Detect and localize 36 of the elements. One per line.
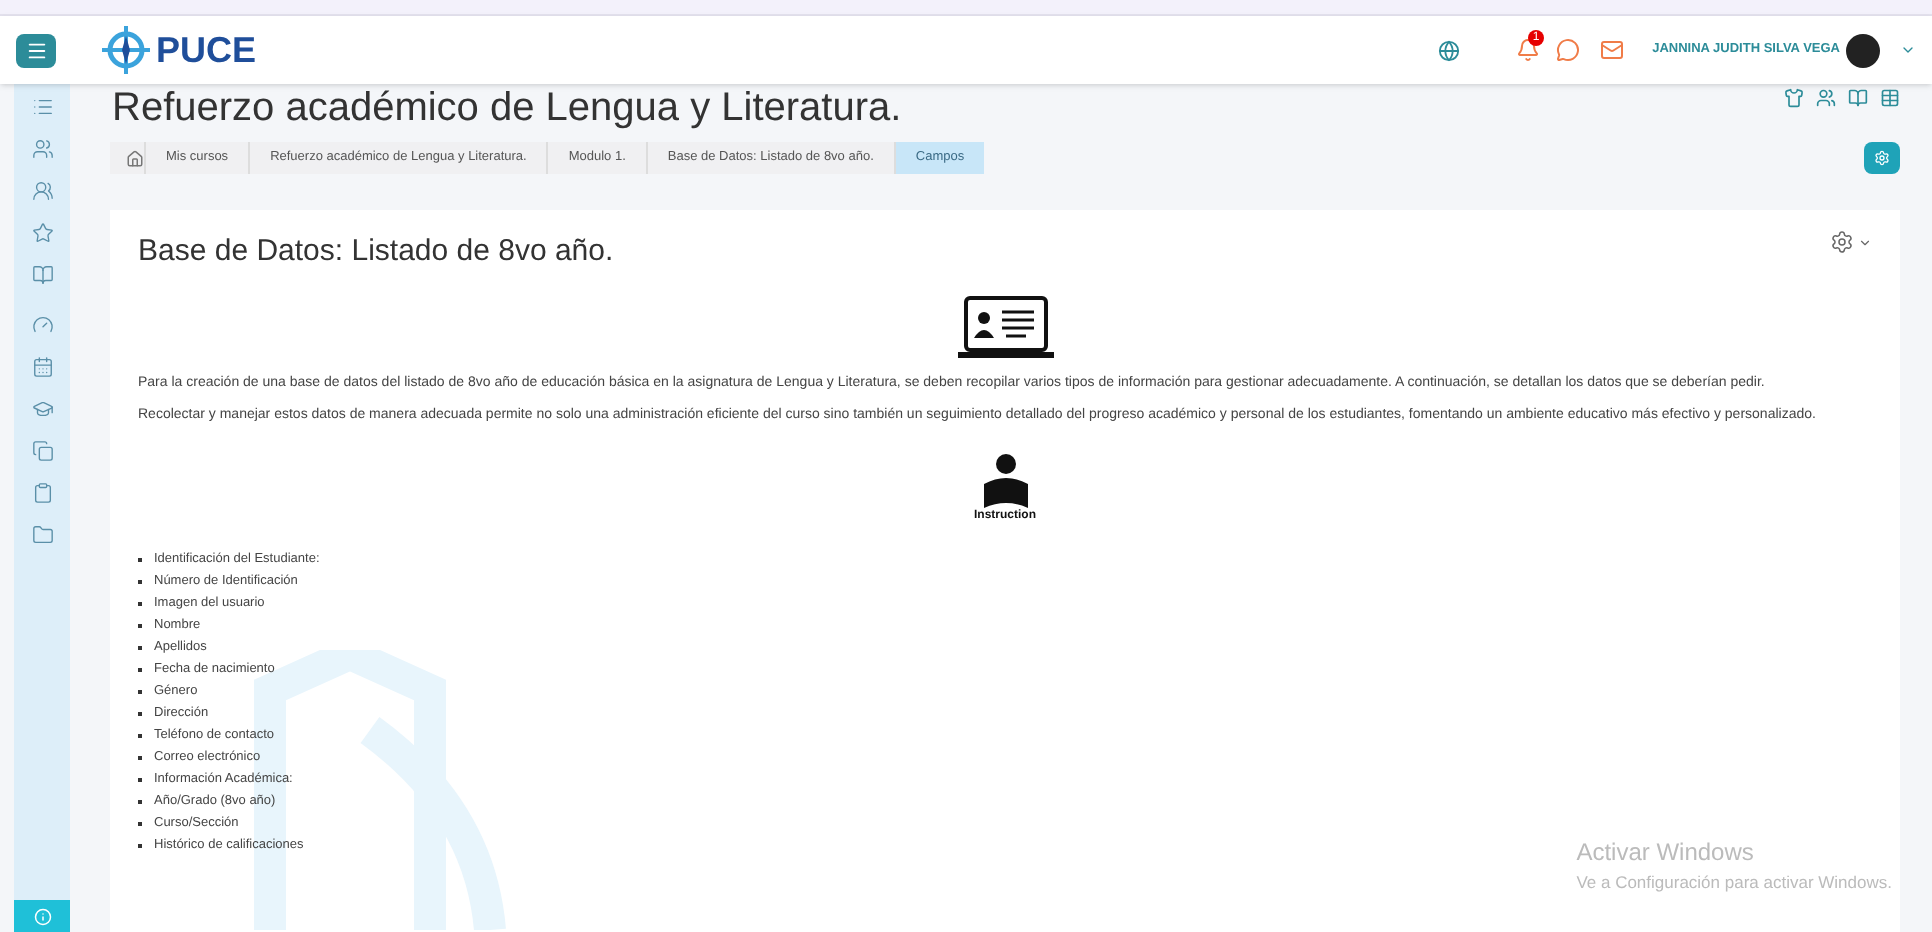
brand-name: PUCE bbox=[156, 27, 257, 73]
settings-button[interactable] bbox=[1864, 142, 1900, 174]
avatar[interactable] bbox=[1846, 33, 1880, 67]
caret-icon[interactable] bbox=[1858, 235, 1872, 249]
users-icon[interactable] bbox=[1816, 88, 1836, 108]
home-icon[interactable] bbox=[126, 149, 144, 167]
caret-icon[interactable] bbox=[1900, 42, 1916, 58]
id-card-laptop-icon bbox=[957, 295, 1053, 359]
menu-button[interactable] bbox=[16, 33, 56, 67]
language-icon[interactable] bbox=[1438, 39, 1461, 61]
copy-icon[interactable] bbox=[31, 440, 53, 462]
clipboard-icon[interactable] bbox=[31, 482, 53, 504]
compass-logo-icon bbox=[100, 24, 152, 76]
user-group-icon[interactable] bbox=[31, 180, 53, 202]
activation-title: Activar Windows bbox=[1576, 836, 1756, 871]
star-icon[interactable] bbox=[31, 222, 53, 244]
calendar-icon[interactable] bbox=[31, 356, 53, 378]
book-icon[interactable] bbox=[31, 264, 53, 286]
folder-icon[interactable] bbox=[31, 524, 53, 546]
settings-icon[interactable] bbox=[1830, 230, 1854, 254]
page-title: Refuerzo académico de Lengua y Literatura. bbox=[112, 84, 902, 132]
users-icon[interactable] bbox=[31, 138, 53, 160]
settings-icon bbox=[1874, 150, 1890, 166]
table-icon[interactable] bbox=[1880, 88, 1900, 108]
info-icon bbox=[33, 907, 51, 925]
chat-icon[interactable] bbox=[1556, 38, 1581, 62]
content-title: Base de Datos: Listado de 8vo año. bbox=[138, 232, 614, 272]
bell-icon[interactable] bbox=[1516, 38, 1541, 62]
menu-icon bbox=[25, 39, 47, 61]
shirt-icon[interactable] bbox=[1784, 88, 1804, 108]
activation-text: Ve a Configuración para activar Windows. bbox=[1576, 870, 1892, 896]
book-icon[interactable] bbox=[1848, 88, 1868, 108]
gauge-icon[interactable] bbox=[31, 314, 53, 336]
info-button[interactable] bbox=[14, 900, 70, 932]
graduation-cap-icon[interactable] bbox=[31, 398, 53, 420]
mail-icon[interactable] bbox=[1600, 38, 1625, 62]
